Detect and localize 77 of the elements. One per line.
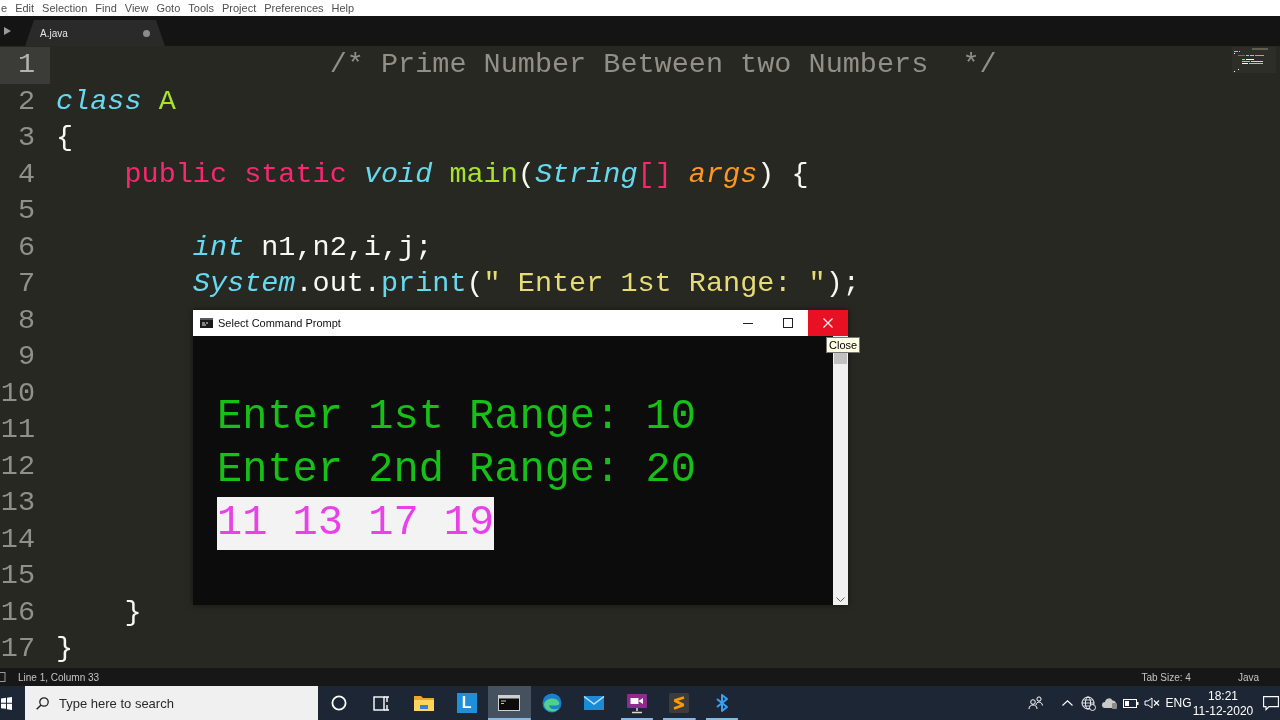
- line-number: 4: [16, 156, 36, 193]
- menu-item[interactable]: Preferences: [264, 1, 324, 15]
- minimap[interactable]: [1232, 47, 1276, 73]
- taskbar-button[interactable]: L: [445, 686, 488, 720]
- chevron-up-icon[interactable]: [1062, 700, 1073, 706]
- menu-item[interactable]: e: [1, 1, 8, 15]
- terminal-icon: [200, 318, 213, 328]
- people-icon[interactable]: [1028, 696, 1044, 710]
- folder-icon: [413, 694, 436, 712]
- code-line: }: [124, 594, 142, 631]
- menu-item[interactable]: View: [124, 1, 149, 15]
- code-line: }: [56, 631, 74, 667]
- line-number: 10: [0, 375, 36, 412]
- line-number: 5: [16, 193, 36, 229]
- code-line: int n1,n2,i,j;: [192, 229, 433, 266]
- chat-bubble-icon[interactable]: [1263, 695, 1279, 711]
- search-icon: [36, 697, 49, 710]
- chevron-down-icon[interactable]: [836, 597, 845, 602]
- terminal-icon: [498, 695, 521, 711]
- envelope-icon: [583, 695, 606, 711]
- close-tooltip: Close: [826, 337, 861, 353]
- line-number: 8: [16, 302, 36, 339]
- letter-tile: L: [456, 693, 477, 713]
- speaker-muted-icon[interactable]: [1143, 697, 1160, 709]
- line-number: 1: [0, 47, 50, 84]
- line-number: 9: [16, 339, 36, 375]
- close-icon: [823, 318, 833, 328]
- line-number: 2: [16, 83, 36, 120]
- window-title: Select Command Prompt: [218, 317, 341, 329]
- panel-icon[interactable]: [0, 672, 6, 682]
- line-number: 16: [0, 594, 36, 631]
- line-number: 12: [0, 448, 36, 485]
- menu-item[interactable]: Goto: [156, 1, 181, 15]
- code-line: public static void main(String[] args) {: [124, 156, 809, 193]
- menu-item[interactable]: Selection: [42, 1, 88, 15]
- globe-icon[interactable]: [1081, 695, 1096, 711]
- line-number: 15: [0, 558, 36, 594]
- minimize-icon: [743, 322, 753, 324]
- console-line: Enter 1st Range: 10: [217, 392, 696, 443]
- menu-item[interactable]: Edit: [15, 1, 35, 15]
- code-line: class A: [56, 83, 176, 120]
- search-field[interactable]: Type here to search: [25, 686, 318, 720]
- line-number: 7: [16, 266, 36, 302]
- menu-item[interactable]: Help: [331, 1, 355, 15]
- menu-item[interactable]: Project: [221, 1, 257, 15]
- clock-date[interactable]: 11-12-2020: [1192, 703, 1254, 718]
- monitor-camera-icon: [625, 692, 648, 714]
- modified-dot-icon[interactable]: [143, 29, 150, 37]
- line-number: 14: [0, 521, 36, 558]
- tab-size-setting[interactable]: Tab Size: 4: [1141, 671, 1191, 683]
- taskbar-button[interactable]: [488, 686, 531, 720]
- line-number: 3: [16, 120, 36, 156]
- menu-item[interactable]: Find: [95, 1, 117, 15]
- maximize-icon: [783, 318, 793, 328]
- circle-icon: [331, 695, 348, 711]
- code-line: {: [56, 120, 74, 156]
- clock-time[interactable]: 18:21: [1208, 688, 1238, 703]
- console-line: Enter 2nd Range: 20: [217, 445, 696, 496]
- cursor-position: Line 1, Column 33: [18, 671, 100, 683]
- triangle-icon[interactable]: [4, 27, 11, 35]
- line-number: 11: [0, 412, 36, 448]
- file-tab[interactable]: A.java: [25, 20, 165, 46]
- language-indicator[interactable]: ENG: [1165, 696, 1192, 710]
- battery-icon[interactable]: [1122, 698, 1139, 708]
- cloud-icon[interactable]: [1101, 697, 1118, 709]
- code-line: System.out.print(" Enter 1st Range: ");: [192, 266, 860, 302]
- syntax-setting[interactable]: Java: [1237, 671, 1259, 683]
- line-number: 13: [0, 485, 36, 521]
- task-view-icon: [373, 695, 391, 711]
- bluetooth-icon: [714, 693, 729, 713]
- line-number: 6: [16, 229, 36, 266]
- menu-item[interactable]: Tools: [188, 1, 214, 15]
- four-squares-icon[interactable]: [1, 696, 12, 710]
- zigzag-logo-icon: [669, 693, 690, 713]
- code-line: /* Prime Number Between two Numbers */: [329, 47, 997, 83]
- line-number: 17: [0, 631, 36, 667]
- swirl-icon: [541, 693, 562, 713]
